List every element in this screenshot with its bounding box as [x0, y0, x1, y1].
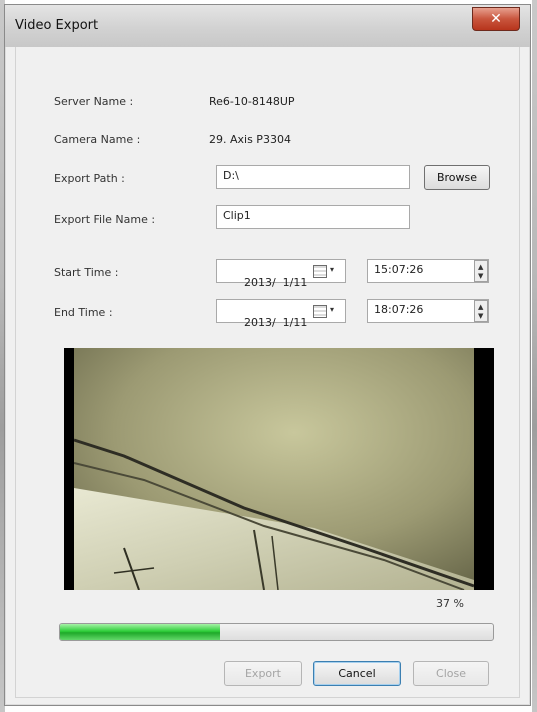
cancel-button[interactable]: Cancel: [313, 661, 401, 686]
frame-edge-right: [532, 0, 537, 712]
video-frame-image: [64, 348, 494, 590]
start-time-label: Start Time :: [54, 266, 119, 279]
chevron-down-icon[interactable]: ▾: [330, 305, 334, 314]
end-time-value: 18:07:26: [374, 303, 424, 316]
server-name-value: Re6-10-8148UP: [209, 95, 295, 108]
end-date-picker[interactable]: 2013/ 1/11 ▾: [216, 299, 346, 329]
spin-up-icon[interactable]: ▲: [478, 304, 483, 311]
close-button[interactable]: Close: [413, 661, 489, 686]
calendar-icon[interactable]: [313, 305, 327, 318]
spin-up-icon[interactable]: ▲: [478, 264, 483, 271]
video-export-dialog: Video Export ✕ Server Name : Re6-10-8148…: [4, 4, 531, 706]
export-path-label: Export Path :: [54, 172, 125, 185]
dialog-body: Server Name : Re6-10-8148UP Camera Name …: [15, 47, 520, 698]
export-path-field[interactable]: D:\: [216, 165, 410, 189]
progress-fill: [60, 624, 221, 640]
camera-name-label: Camera Name :: [54, 133, 141, 146]
start-time-value: 15:07:26: [374, 263, 424, 276]
close-window-button[interactable]: ✕: [472, 7, 520, 31]
export-file-name-field[interactable]: Clip1: [216, 205, 410, 229]
end-time-spinner[interactable]: ▲ ▼: [474, 300, 488, 322]
calendar-icon[interactable]: [313, 265, 327, 278]
spin-down-icon[interactable]: ▼: [478, 313, 483, 320]
start-time-spinner[interactable]: ▲ ▼: [474, 260, 488, 282]
start-date-picker[interactable]: 2013/ 1/11 ▾: [216, 259, 346, 289]
end-time-label: End Time :: [54, 306, 113, 319]
camera-name-value: 29. Axis P3304: [209, 133, 291, 146]
chevron-down-icon[interactable]: ▾: [330, 265, 334, 274]
export-button[interactable]: Export: [224, 661, 302, 686]
browse-button[interactable]: Browse: [424, 165, 490, 190]
window-title: Video Export: [15, 18, 99, 33]
export-progress-bar: [59, 623, 494, 641]
end-time-field[interactable]: 18:07:26 ▲ ▼: [367, 299, 489, 323]
video-preview: [64, 348, 494, 590]
export-file-name-label: Export File Name :: [54, 213, 156, 226]
start-date-value: 2013/ 1/11: [243, 276, 308, 289]
title-bar[interactable]: Video Export ✕: [5, 5, 530, 47]
end-date-value: 2013/ 1/11: [243, 316, 308, 329]
server-name-label: Server Name :: [54, 95, 134, 108]
spin-down-icon[interactable]: ▼: [478, 273, 483, 280]
start-time-field[interactable]: 15:07:26 ▲ ▼: [367, 259, 489, 283]
progress-percent: 37 %: [436, 597, 464, 610]
close-icon: ✕: [490, 11, 502, 27]
